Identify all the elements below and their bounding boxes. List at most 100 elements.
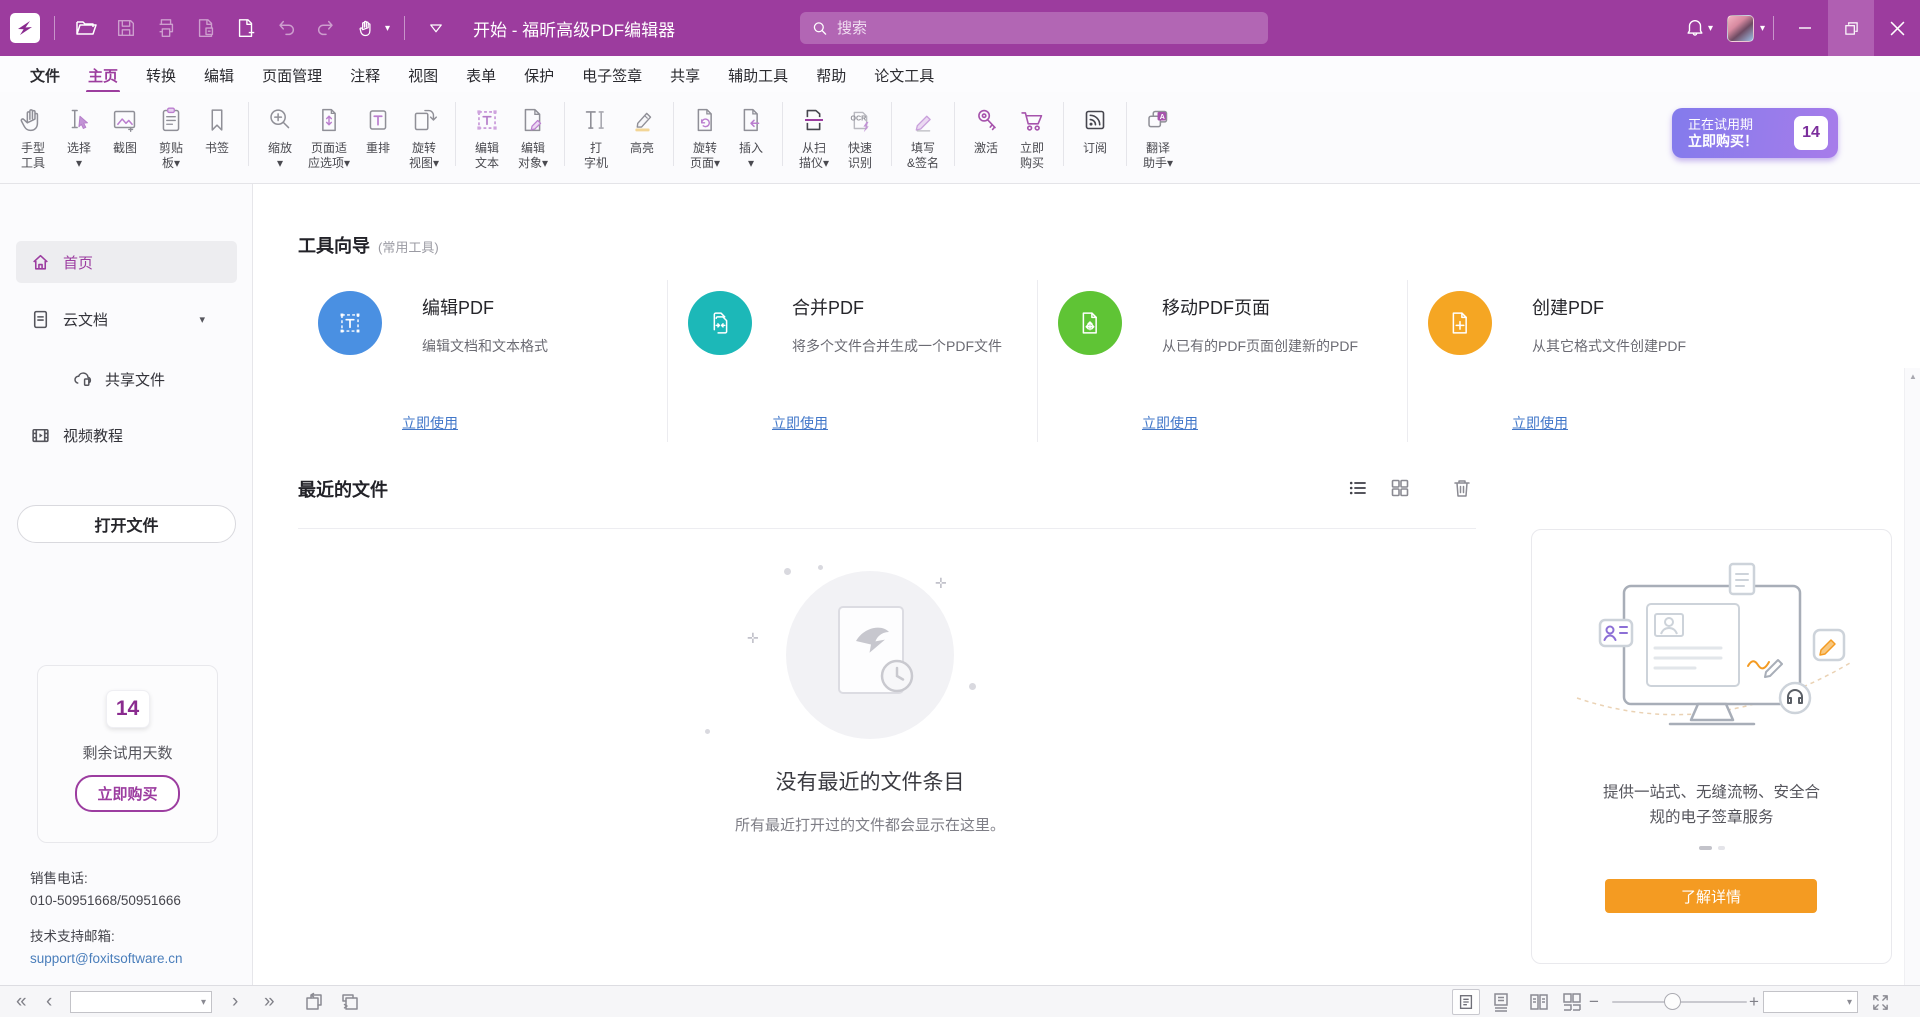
- menu-accessibility[interactable]: 辅助工具: [714, 57, 802, 92]
- ribbon-activate[interactable]: 激活: [963, 98, 1009, 158]
- fullscreen-icon[interactable]: [1868, 990, 1892, 1014]
- page-number-box[interactable]: ▾: [70, 991, 212, 1013]
- ribbon-typewriter[interactable]: 打 字机: [573, 98, 619, 173]
- zoom-level-input[interactable]: [1764, 993, 1836, 1011]
- zoom-in-icon[interactable]: +: [1749, 986, 1759, 1017]
- ribbon-zoom[interactable]: 缩放 ▾: [257, 98, 303, 173]
- ribbon-highlight[interactable]: 高亮: [619, 98, 665, 158]
- zoom-slider-thumb[interactable]: [1664, 993, 1681, 1010]
- search-box[interactable]: [800, 12, 1268, 44]
- list-view-icon[interactable]: [1344, 474, 1372, 502]
- ribbon-rotate-view[interactable]: 旋转 视图▾: [401, 98, 447, 173]
- ribbon-edit-object[interactable]: 编辑 对象▾: [510, 98, 556, 173]
- page-number-caret-icon[interactable]: ▾: [201, 997, 206, 1008]
- user-avatar[interactable]: [1727, 15, 1754, 42]
- last-page-icon[interactable]: »: [264, 986, 275, 1017]
- sidebar-item-cloud-docs[interactable]: 云文档 ▾: [0, 298, 253, 340]
- new-document-icon[interactable]: [229, 11, 263, 45]
- ribbon-from-scanner[interactable]: 从扫 描仪▾: [791, 98, 837, 173]
- scrollbar-up-icon[interactable]: ▲: [1905, 372, 1920, 381]
- close-button[interactable]: [1874, 0, 1920, 56]
- card-merge-pdf[interactable]: 合并PDF 将多个文件合并生成一个PDF文件 立即使用: [668, 280, 1038, 442]
- ribbon-bookmark[interactable]: 书签: [194, 98, 240, 158]
- hand-tool-quick-icon[interactable]: [349, 11, 383, 45]
- carousel-dot[interactable]: [1718, 846, 1725, 850]
- grid-view-icon[interactable]: [1386, 474, 1414, 502]
- redo-icon[interactable]: [309, 11, 343, 45]
- card-use-now-link[interactable]: 立即使用: [1512, 413, 1568, 433]
- sidebar-item-shared-files[interactable]: 共享文件: [0, 358, 253, 400]
- card-use-now-link[interactable]: 立即使用: [772, 413, 828, 433]
- open-file-button[interactable]: 打开文件: [17, 505, 236, 543]
- minimize-button[interactable]: [1782, 0, 1828, 56]
- card-use-now-link[interactable]: 立即使用: [1142, 413, 1198, 433]
- menu-home[interactable]: 主页: [74, 57, 132, 92]
- card-move-pdf-pages[interactable]: 移动PDF页面 从已有的PDF页面创建新的PDF 立即使用: [1038, 280, 1408, 442]
- buy-now-button[interactable]: 立即购买: [75, 775, 179, 812]
- facing-continuous-view-icon[interactable]: [1560, 990, 1584, 1014]
- undo-icon[interactable]: [269, 11, 303, 45]
- ribbon-page-fit[interactable]: 页面适 应选项▾: [303, 98, 355, 173]
- zoom-level-caret-icon[interactable]: ▾: [1847, 997, 1852, 1008]
- menu-form[interactable]: 表单: [452, 57, 510, 92]
- menu-esign[interactable]: 电子签章: [568, 57, 656, 92]
- ribbon-fill-sign[interactable]: 填写 &签名: [900, 98, 946, 173]
- ribbon-subscribe[interactable]: 订阅: [1072, 98, 1118, 158]
- ribbon-hand-tool[interactable]: 手型 工具: [10, 98, 56, 173]
- search-input[interactable]: [837, 20, 1256, 37]
- card-create-pdf[interactable]: 创建PDF 从其它格式文件创建PDF 立即使用: [1408, 280, 1778, 442]
- save-icon[interactable]: [109, 11, 143, 45]
- menu-paper-tools[interactable]: 论文工具: [860, 57, 948, 92]
- menu-page-manage[interactable]: 页面管理: [248, 57, 336, 92]
- ribbon-translate[interactable]: A 翻译 助手▾: [1135, 98, 1181, 173]
- convert-document-icon[interactable]: [189, 11, 223, 45]
- continuous-view-icon[interactable]: [1489, 990, 1513, 1014]
- notifications-bell-icon[interactable]: [1678, 11, 1712, 45]
- ribbon-snapshot[interactable]: 截图: [102, 98, 148, 158]
- menu-protect[interactable]: 保护: [510, 57, 568, 92]
- previous-view-icon[interactable]: [302, 990, 326, 1014]
- sidebar-item-video-tutorials[interactable]: 视频教程: [0, 414, 253, 456]
- trial-badge[interactable]: 正在试用期 立即购买！ 14: [1672, 108, 1838, 158]
- support-email-link[interactable]: support@foxitsoftware.cn: [30, 948, 183, 970]
- next-view-icon[interactable]: [338, 990, 362, 1014]
- page-number-input[interactable]: [71, 993, 189, 1011]
- menu-share[interactable]: 共享: [656, 57, 714, 92]
- ribbon-clipboard[interactable]: 剪贴 板▾: [148, 98, 194, 173]
- card-use-now-link[interactable]: 立即使用: [402, 413, 458, 433]
- menu-edit[interactable]: 编辑: [190, 57, 248, 92]
- print-icon[interactable]: [149, 11, 183, 45]
- ribbon-buy-now[interactable]: 立即 购买: [1009, 98, 1055, 173]
- facing-view-icon[interactable]: [1527, 990, 1551, 1014]
- account-caret-icon[interactable]: ▾: [1760, 23, 1765, 34]
- card-edit-pdf[interactable]: 编辑PDF 编辑文档和文本格式 立即使用: [298, 280, 668, 442]
- ribbon-insert[interactable]: 插入 ▾: [728, 98, 774, 173]
- first-page-icon[interactable]: «: [16, 986, 27, 1017]
- ribbon-edit-text[interactable]: 编辑 文本: [464, 98, 510, 173]
- zoom-level-box[interactable]: ▾: [1763, 991, 1858, 1013]
- menu-file[interactable]: 文件: [16, 57, 74, 92]
- next-page-icon[interactable]: ›: [232, 986, 238, 1017]
- learn-more-button[interactable]: 了解详情: [1605, 879, 1817, 913]
- previous-page-icon[interactable]: ‹: [46, 986, 52, 1017]
- menu-comment[interactable]: 注释: [336, 57, 394, 92]
- restore-button[interactable]: [1828, 0, 1874, 56]
- ribbon-select[interactable]: 选择 ▾: [56, 98, 102, 173]
- carousel-dot-active[interactable]: [1699, 846, 1712, 850]
- ribbon-reflow[interactable]: 重排: [355, 98, 401, 158]
- content-scrollbar[interactable]: ▲ ▼: [1904, 368, 1920, 1017]
- hand-tool-caret-icon[interactable]: ▾: [385, 23, 390, 34]
- collapse-toolbar-icon[interactable]: [419, 11, 453, 45]
- ribbon-quick-ocr[interactable]: OCR 快速 识别: [837, 98, 883, 173]
- zoom-out-icon[interactable]: −: [1589, 986, 1599, 1017]
- ribbon-rotate-pages[interactable]: 旋转 页面▾: [682, 98, 728, 173]
- notifications-caret-icon[interactable]: ▾: [1708, 23, 1713, 34]
- menu-view[interactable]: 视图: [394, 57, 452, 92]
- cloud-docs-caret-icon[interactable]: ▾: [199, 313, 205, 326]
- menu-help[interactable]: 帮助: [802, 57, 860, 92]
- trash-icon[interactable]: [1448, 474, 1476, 502]
- single-page-view-icon[interactable]: [1452, 989, 1480, 1015]
- open-file-icon[interactable]: [69, 11, 103, 45]
- sidebar-item-home[interactable]: 首页: [16, 241, 237, 283]
- menu-convert[interactable]: 转换: [132, 57, 190, 92]
